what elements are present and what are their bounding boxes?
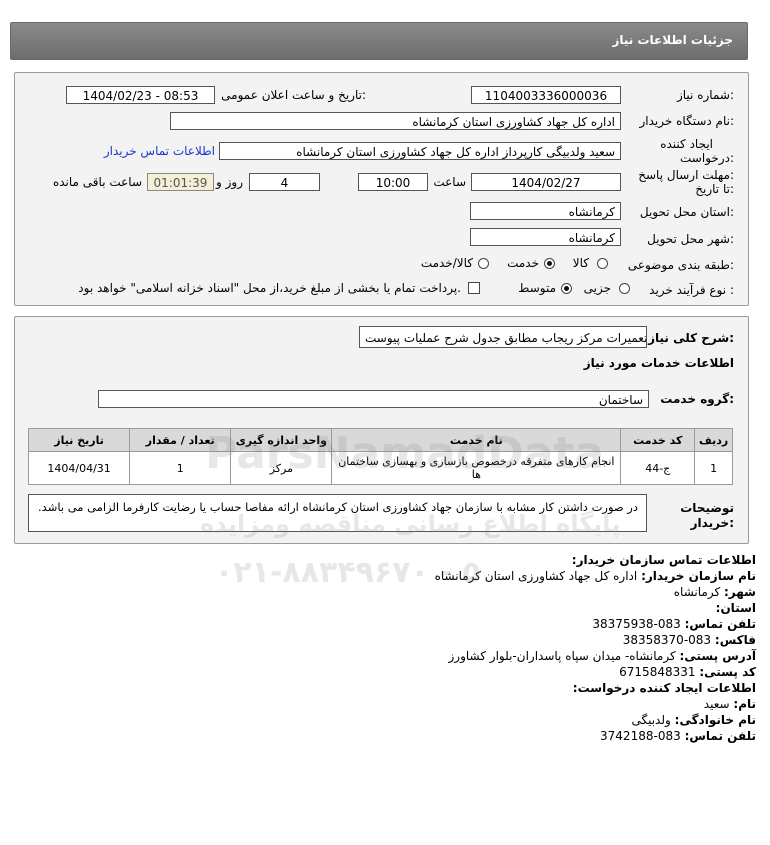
treasury-payment-note: پرداخت تمام یا بخشی از مبلغ خرید،از محل … (78, 281, 461, 295)
deadline-label-2: تا تاریخ: (695, 182, 734, 196)
contact-postal: 6715848331 (619, 665, 696, 679)
creator-family-line: نام خانوادگی: ولدبیگی (631, 713, 756, 727)
page-header: جزئیات اطلاعات نیاز (10, 22, 748, 60)
col-row-number: ردیف (694, 428, 733, 452)
table-row[interactable]: 1 ج-44 انجام کارهای متفرقه درخصوص بازساز… (27, 451, 733, 485)
contact-province-line: استان: (715, 601, 756, 615)
creator-name-line: نام: سعید (703, 697, 756, 711)
deadline-time-field[interactable]: 10:00 (358, 173, 428, 191)
contact-city: کرمانشاه (673, 585, 721, 599)
service-group-label: گروه خدمت: (660, 392, 734, 406)
services-table: ردیف کد خدمت نام خدمت واحد اندازه گیری ت… (27, 428, 733, 485)
service-name-cell: انجام کارهای متفرقه درخصوص بازسازی و بهس… (331, 451, 622, 485)
buyer-org-field[interactable]: اداره کل جهاد کشاورزی استان کرمانشاه (170, 112, 621, 130)
contact-phone: 083-38375938 (592, 617, 681, 631)
col-service-name: نام خدمت (331, 428, 622, 452)
col-unit: واحد اندازه گیری (230, 428, 333, 452)
quantity-cell: 1 (129, 451, 232, 485)
creator-name: سعید (703, 697, 730, 711)
creator-field[interactable]: سعید ولدبیگی کارپرداز اداره کل جهاد کشاو… (219, 142, 621, 160)
contact-city-line: شهر: کرمانشاه (673, 585, 756, 599)
creator-label-1: ایجاد کننده (660, 137, 713, 151)
remaining-time-label: ساعت باقی مانده (52, 175, 142, 189)
service-code-cell: ج-44 (620, 451, 696, 485)
province-label: استان محل تحویل: (639, 205, 734, 219)
contact-address-line: آدرس پستی: کرمانشاه- میدان سپاه پاسداران… (448, 649, 756, 663)
services-table-header: ردیف کد خدمت نام خدمت واحد اندازه گیری ت… (27, 428, 733, 452)
process-type-label: نوع فرآیند خرید : (649, 283, 734, 297)
remaining-time-timer: 01:01:39 (147, 173, 214, 191)
summary-field[interactable]: تعمیرات مرکز ریجاب مطابق جدول شرح عملیات… (359, 326, 647, 348)
announce-datetime-field[interactable]: 1404/02/23 - 08:53 (66, 86, 215, 104)
contact-phone-line: تلفن تماس: 083-38375938 (592, 617, 756, 631)
category-radio-goods-service[interactable] (478, 258, 489, 269)
province-field[interactable]: کرمانشاه (470, 202, 621, 220)
creator-label-2: درخواست: (680, 151, 734, 165)
unit-cell: مرکز (230, 451, 333, 485)
process-option-medium: متوسط (518, 281, 556, 295)
category-option-goods: کالا (572, 256, 589, 270)
services-heading: اطلاعات خدمات مورد نیاز (583, 356, 734, 370)
buyer-notes-box: در صورت داشتن کار مشابه با سازمان جهاد ک… (28, 494, 647, 532)
deadline-label-1: مهلت ارسال پاسخ: (638, 168, 734, 182)
need-number-label: شماره نیاز: (676, 88, 734, 102)
need-date-cell: 1404/04/31 (27, 451, 131, 485)
city-label: شهر محل تحویل: (647, 232, 734, 246)
contact-address: کرمانشاه- میدان سپاه پاسداران-بلوار کشاو… (448, 649, 676, 663)
col-need-date: تاریخ نیاز (27, 428, 131, 452)
contact-heading: اطلاعات تماس سازمان خریدار: (571, 553, 756, 567)
summary-label: شرح کلی نیاز: (648, 331, 734, 345)
page-title: جزئیات اطلاعات نیاز (612, 33, 733, 47)
buyer-notes-label-2: خریدار: (690, 516, 734, 530)
contact-fax-line: فاکس: 083-38358370 (622, 633, 756, 647)
contact-postal-line: کد پستی: 6715848331 (619, 665, 756, 679)
need-number-field[interactable]: 1104003336000036 (471, 86, 621, 104)
row-number-cell: 1 (694, 451, 733, 485)
creator-phone-line: تلفن تماس: 083-3742188 (600, 729, 756, 743)
days-label: روز و (216, 175, 243, 189)
buyer-notes-label-1: توضیحات (680, 501, 734, 515)
col-service-code: کد خدمت (620, 428, 696, 452)
process-option-minor: جزیی (583, 281, 611, 295)
treasury-payment-checkbox[interactable] (468, 282, 480, 294)
creator-heading: اطلاعات ایجاد کننده درخواست: (572, 681, 756, 695)
process-radio-minor[interactable] (619, 283, 630, 294)
announce-datetime-label: تاریخ و ساعت اعلان عمومی: (221, 88, 366, 102)
category-option-service: خدمت (507, 256, 539, 270)
deadline-date-field[interactable]: 1404/02/27 (471, 173, 621, 191)
creator-phone: 083-3742188 (600, 729, 681, 743)
buyer-org-label: نام دستگاه خریدار: (639, 114, 735, 128)
col-quantity: تعداد / مقدار (129, 428, 232, 452)
city-field[interactable]: کرمانشاه (470, 228, 621, 246)
category-radio-goods[interactable] (597, 258, 608, 269)
category-option-goods-service: کالا/خدمت (420, 256, 473, 270)
deadline-time-label: ساعت (433, 175, 466, 189)
buyer-contact-link[interactable]: اطلاعات تماس خریدار (104, 144, 215, 158)
remaining-days-field[interactable]: 4 (249, 173, 320, 191)
category-label: طبقه بندی موضوعی: (627, 258, 734, 272)
process-radio-medium[interactable] (561, 283, 572, 294)
category-radio-service[interactable] (544, 258, 555, 269)
creator-family: ولدبیگی (631, 713, 671, 727)
contact-org: اداره کل جهاد کشاورزی استان کرمانشاه (434, 569, 638, 583)
contact-org-line: نام سازمان خریدار: اداره کل جهاد کشاورزی… (434, 569, 756, 583)
service-group-field[interactable]: ساختمان (98, 390, 649, 408)
contact-fax: 083-38358370 (622, 633, 712, 647)
